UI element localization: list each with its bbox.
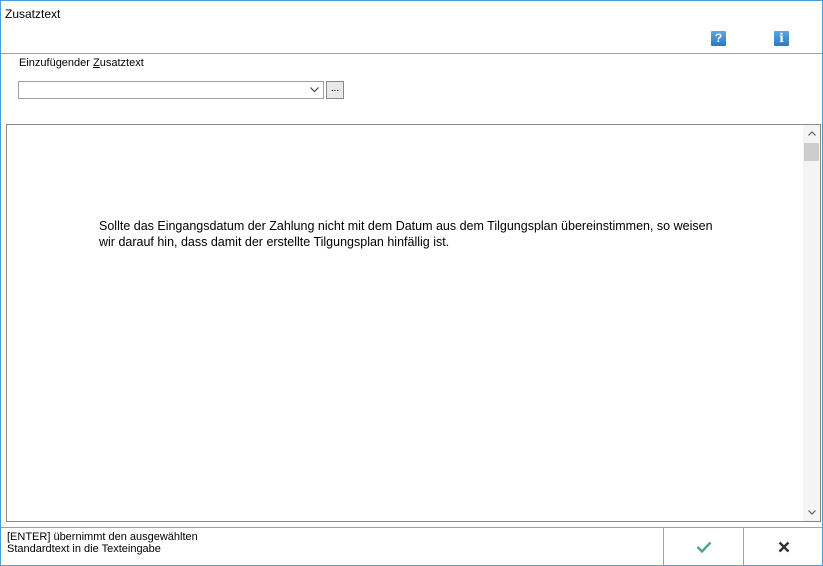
zusatztext-combobox[interactable]	[18, 81, 324, 99]
checkmark-icon	[696, 541, 711, 553]
status-bar: [ENTER] übernimmt den ausgewählten Stand…	[1, 527, 822, 566]
help-icon[interactable]: ?	[711, 31, 726, 46]
scroll-down-icon[interactable]	[803, 504, 820, 521]
status-line: Standardtext in die Texteingabe	[7, 543, 161, 555]
window-title: Zusatztext	[5, 7, 61, 21]
status-hint: [ENTER] übernimmt den ausgewählten Stand…	[7, 531, 198, 555]
dialog-window: Zusatztext ? i Einzufügender Zusatztext …	[0, 0, 823, 566]
label-prefix: Einzufügender	[19, 57, 93, 69]
text-content: Sollte das Eingangsdatum der Zahlung nic…	[99, 218, 759, 250]
info-icon[interactable]: i	[774, 31, 789, 46]
text-line: wir darauf hin, dass damit der erstellte…	[99, 235, 450, 249]
scroll-up-icon[interactable]	[803, 125, 820, 142]
chevron-down-icon[interactable]	[306, 82, 323, 98]
browse-button[interactable]: ...	[326, 81, 344, 99]
status-line: [ENTER] übernimmt den ausgewählten	[7, 531, 198, 543]
vertical-scrollbar[interactable]	[803, 125, 820, 521]
text-line: Sollte das Eingangsdatum der Zahlung nic…	[99, 219, 713, 233]
ok-button[interactable]	[664, 528, 743, 566]
text-input-area[interactable]: Sollte das Eingangsdatum der Zahlung nic…	[6, 124, 821, 522]
scroll-thumb[interactable]	[804, 143, 819, 161]
label-accesskey: Z	[93, 57, 100, 69]
zusatztext-label: Einzufügender Zusatztext	[19, 57, 144, 69]
close-icon	[778, 541, 789, 553]
header-divider	[1, 53, 822, 54]
cancel-button[interactable]	[744, 528, 823, 566]
label-suffix: usatztext	[99, 57, 144, 69]
